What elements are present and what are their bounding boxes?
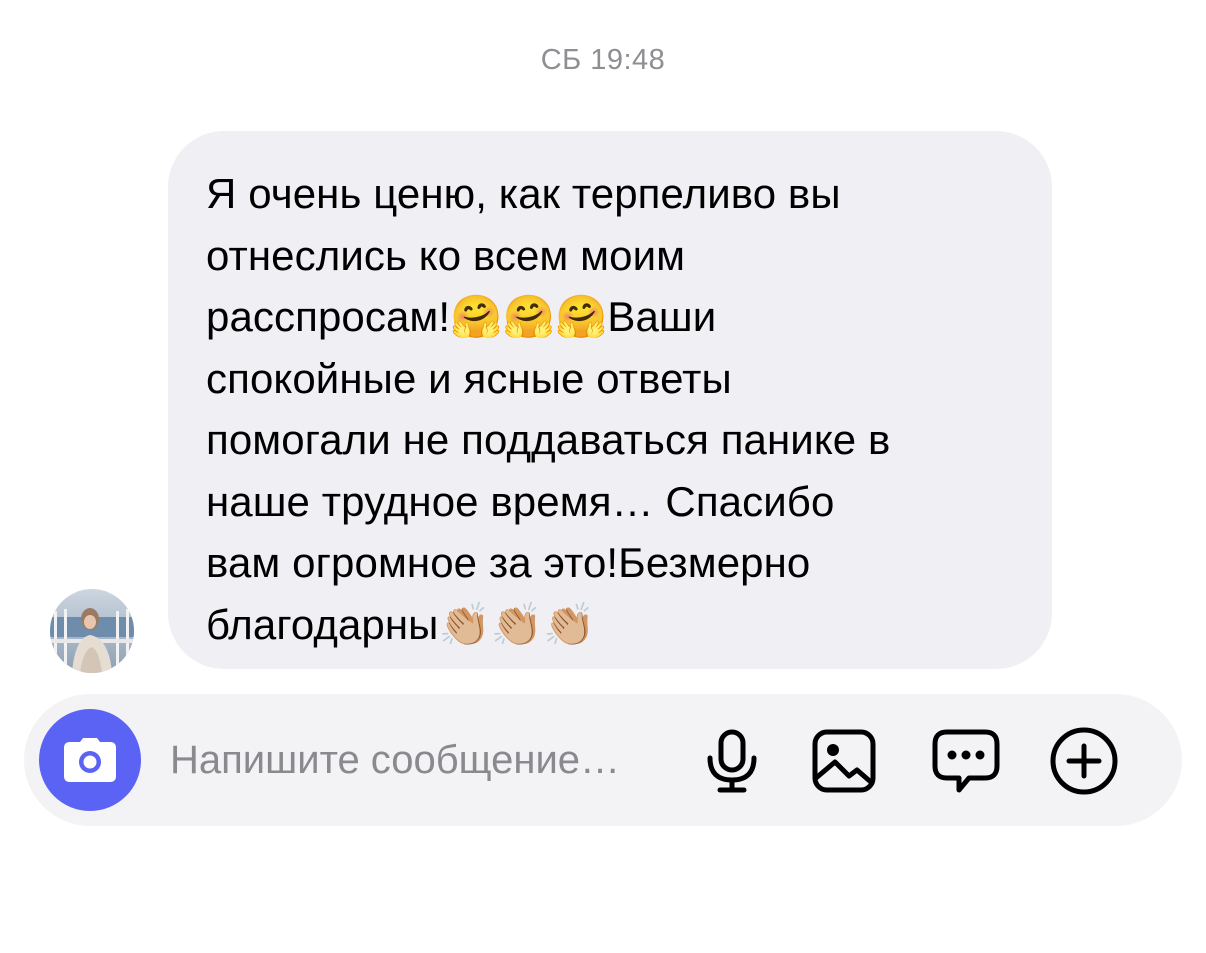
message-input[interactable] [170, 730, 690, 790]
message-timestamp: СБ 19:48 [540, 44, 666, 76]
gallery-button[interactable] [808, 725, 880, 797]
message-composer [24, 694, 1182, 826]
chat-bubble-button[interactable] [930, 725, 1002, 797]
chat-screen: СБ 19:48 Я очень ценю, как терпеливо вы … [0, 0, 1206, 953]
chat-bubble-icon [932, 729, 1000, 793]
avatar[interactable] [50, 589, 134, 673]
camera-icon [64, 738, 116, 782]
camera-button[interactable] [39, 709, 141, 811]
microphone-icon [707, 729, 757, 793]
image-icon [812, 729, 876, 793]
incoming-message-row: Я очень ценю, как терпеливо вы отнеслись… [50, 131, 1060, 673]
voice-message-button[interactable] [696, 725, 768, 797]
avatar-photo [50, 589, 134, 673]
plus-circle-icon [1050, 727, 1118, 795]
more-options-button[interactable] [1048, 725, 1120, 797]
message-bubble[interactable]: Я очень ценю, как терпеливо вы отнеслись… [168, 131, 1052, 669]
message-text: Я очень ценю, как терпеливо вы отнеслись… [206, 170, 891, 648]
